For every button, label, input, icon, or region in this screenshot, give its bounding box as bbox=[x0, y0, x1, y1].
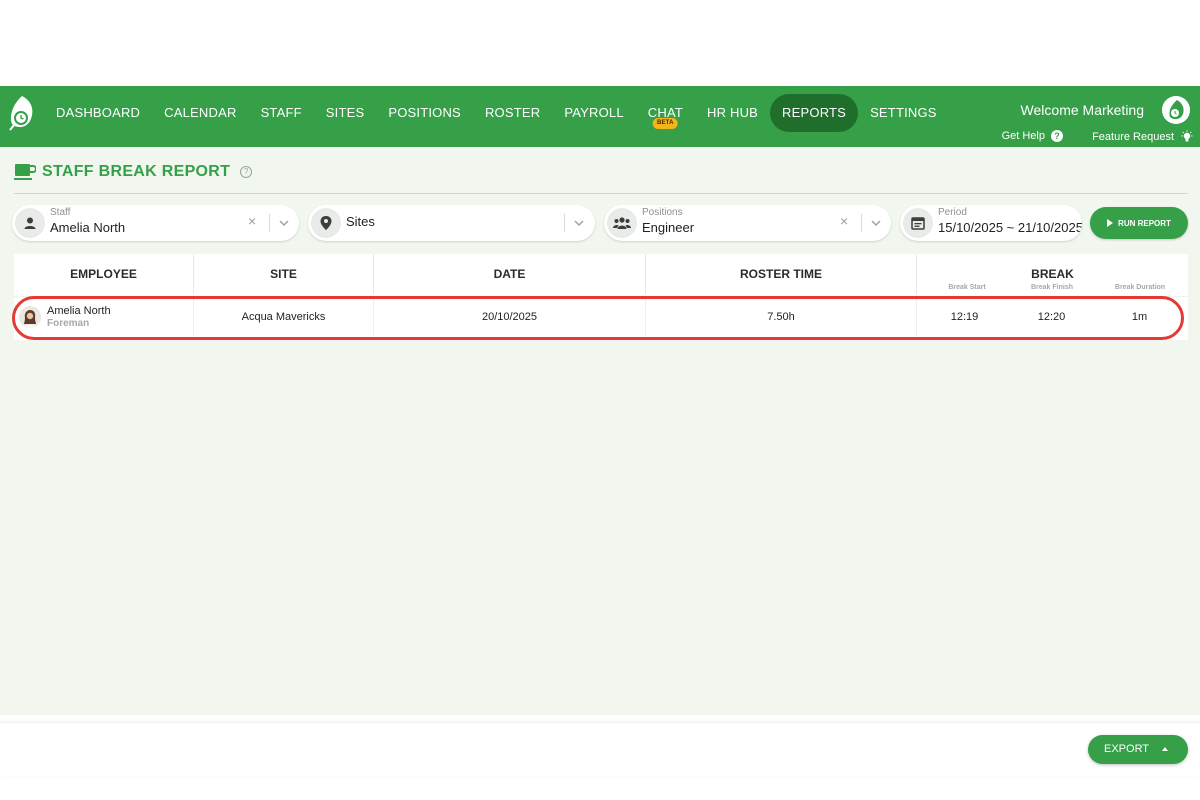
sites-filter[interactable]: Sites bbox=[308, 205, 595, 241]
clear-positions-icon[interactable]: × bbox=[840, 213, 848, 229]
caret-up-icon bbox=[1162, 747, 1168, 751]
nav-item-hr-hub[interactable]: HR HUB bbox=[695, 94, 770, 132]
user-avatar-icon[interactable] bbox=[1162, 96, 1190, 124]
staff-value: Amelia North bbox=[50, 220, 126, 235]
question-icon: ? bbox=[1051, 130, 1063, 142]
col-employee[interactable]: EMPLOYEE bbox=[14, 254, 194, 294]
nav-item-reports[interactable]: REPORTS bbox=[770, 94, 859, 132]
beta-badge: BETA bbox=[653, 118, 678, 129]
export-button[interactable]: EXPORT bbox=[1088, 735, 1188, 764]
staff-filter[interactable]: Staff Amelia North × bbox=[12, 205, 299, 241]
nav-item-roster[interactable]: ROSTER bbox=[473, 94, 552, 132]
col-roster-time[interactable]: ROSTER TIME bbox=[646, 254, 917, 294]
report-content: STAFF BREAK REPORT ? Staff Amelia North … bbox=[0, 147, 1200, 776]
leaf-clock-logo-icon[interactable] bbox=[8, 95, 36, 131]
col-break-start[interactable]: Break Start bbox=[932, 284, 1002, 291]
nav-item-settings[interactable]: SETTINGS bbox=[858, 94, 949, 132]
calendar-icon bbox=[903, 208, 933, 238]
nav-item-positions[interactable]: POSITIONS bbox=[376, 94, 473, 132]
feature-request-link[interactable]: Feature Request bbox=[1092, 130, 1194, 144]
sites-value: Sites bbox=[346, 214, 375, 229]
col-break-finish[interactable]: Break Finish bbox=[1017, 284, 1087, 291]
chevron-down-icon[interactable] bbox=[869, 216, 883, 230]
group-icon bbox=[607, 208, 637, 238]
separator bbox=[861, 214, 862, 232]
col-break-duration[interactable]: Break Duration bbox=[1105, 284, 1175, 291]
help-icon[interactable]: ? bbox=[240, 166, 253, 178]
separator bbox=[564, 214, 565, 232]
page-title: STAFF BREAK REPORT ? bbox=[14, 163, 253, 181]
lightbulb-icon bbox=[1181, 130, 1193, 142]
period-value: 15/10/2025 ~ 21/10/2025 bbox=[938, 220, 1082, 235]
chevron-down-icon[interactable] bbox=[572, 216, 586, 230]
positions-filter[interactable]: Positions Engineer × bbox=[604, 205, 891, 241]
col-site[interactable]: SITE bbox=[194, 254, 374, 294]
run-report-button[interactable]: RUN REPORT bbox=[1090, 207, 1188, 239]
nav-menu: DASHBOARD CALENDAR STAFF SITES POSITIONS… bbox=[44, 94, 949, 132]
nav-item-chat[interactable]: CHAT BETA bbox=[636, 94, 695, 132]
separator bbox=[269, 214, 270, 232]
footer-bar: EXPORT bbox=[0, 723, 1200, 776]
col-break: BREAK Break Start Break Finish Break Dur… bbox=[917, 254, 1188, 294]
play-icon bbox=[1107, 219, 1114, 227]
nav-item-staff[interactable]: STAFF bbox=[249, 94, 314, 132]
nav-item-calendar[interactable]: CALENDAR bbox=[152, 94, 248, 132]
nav-item-dashboard[interactable]: DASHBOARD bbox=[44, 94, 152, 132]
coffee-cup-icon bbox=[14, 164, 36, 180]
chevron-down-icon[interactable] bbox=[277, 216, 291, 230]
clear-staff-icon[interactable]: × bbox=[248, 213, 256, 229]
location-pin-icon bbox=[311, 208, 341, 238]
positions-value: Engineer bbox=[642, 220, 695, 235]
nav-item-payroll[interactable]: PAYROLL bbox=[552, 94, 635, 132]
get-help-link[interactable]: Get Help ? bbox=[1002, 130, 1063, 142]
nav-item-sites[interactable]: SITES bbox=[314, 94, 377, 132]
title-divider bbox=[14, 193, 1188, 194]
top-nav: DASHBOARD CALENDAR STAFF SITES POSITIONS… bbox=[0, 86, 1200, 147]
app: DASHBOARD CALENDAR STAFF SITES POSITIONS… bbox=[0, 86, 1200, 776]
col-date[interactable]: DATE bbox=[374, 254, 646, 294]
row-highlight bbox=[12, 296, 1184, 340]
period-filter[interactable]: Period 15/10/2025 ~ 21/10/2025 bbox=[900, 205, 1082, 241]
welcome-text: Welcome Marketing bbox=[1020, 102, 1144, 118]
person-icon bbox=[15, 208, 45, 238]
